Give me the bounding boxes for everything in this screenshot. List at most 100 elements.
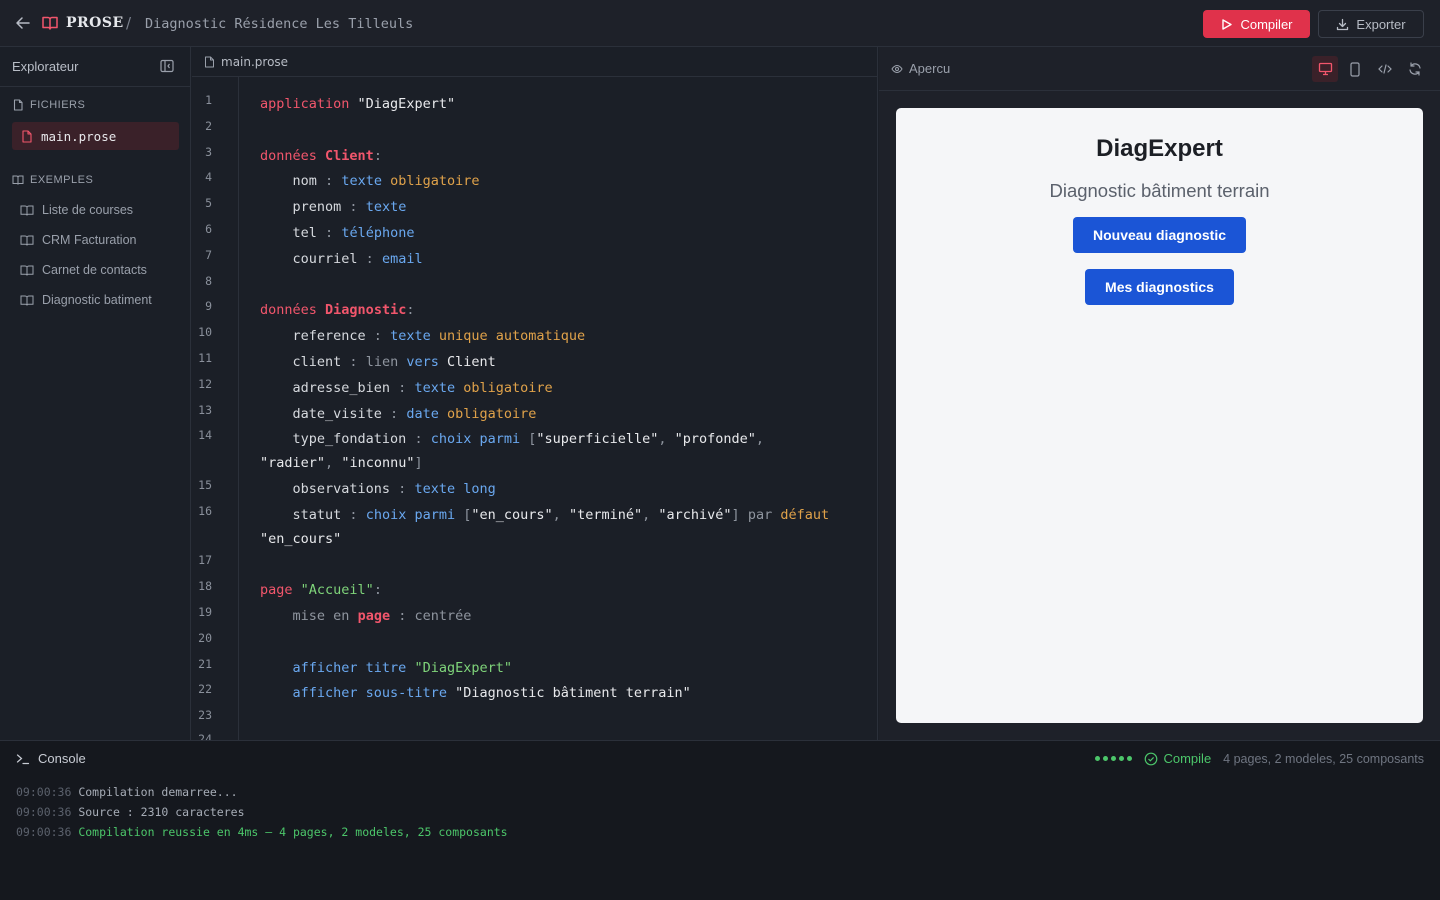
files-section-label: FICHIERS: [12, 99, 85, 111]
log-message: Compilation reussie en 4ms — 4 pages, 2 …: [78, 825, 508, 839]
status-dot: [1111, 756, 1117, 761]
log-line: 09:00:36 Compilation reussie en 4ms — 4 …: [16, 825, 508, 839]
monitor-icon: [1318, 62, 1332, 76]
line-number: 19: [198, 605, 212, 619]
line-number: 21: [198, 657, 212, 671]
code-line: statut : choix parmi ["en_cours", "termi…: [260, 507, 830, 523]
line-number: 1: [205, 93, 212, 107]
line-number: 10: [198, 325, 212, 339]
line-number: 11: [198, 351, 212, 365]
code-line: "en_cours": [260, 531, 342, 547]
code-editor[interactable]: main.prose 1 2 3 4 5 6 7 8 9 10 11 12 13…: [192, 47, 878, 740]
mobile-view-button[interactable]: [1342, 56, 1368, 82]
file-icon: [205, 56, 214, 67]
compile-stats: 4 pages, 2 modeles, 25 composants: [1223, 751, 1424, 766]
status-dot: [1103, 756, 1109, 761]
code-line: type_fondation : choix parmi ["superfici…: [260, 431, 765, 447]
files-icon: [13, 99, 23, 111]
log-line: 09:00:36 Source : 2310 caracteres: [16, 805, 245, 819]
book-open-icon: [20, 205, 34, 216]
editor-tab-name: main.prose: [221, 54, 289, 69]
line-number: 15: [198, 478, 212, 492]
collapse-panel-icon[interactable]: [160, 59, 174, 73]
refresh-button[interactable]: [1402, 56, 1428, 82]
line-number: 12: [198, 377, 212, 391]
line-number: 14: [198, 428, 212, 442]
refresh-icon: [1409, 62, 1421, 76]
log-message: Source : 2310 caracteres: [78, 805, 245, 819]
log-message: Compilation demarree...: [78, 785, 238, 799]
file-item-main-prose[interactable]: main.prose: [12, 122, 179, 150]
line-number: 9: [205, 299, 212, 313]
project-title: Diagnostic Résidence Les Tilleuls: [145, 16, 414, 32]
check-circle-icon: [1145, 752, 1158, 765]
line-number: 20: [198, 631, 212, 645]
code-line: observations : texte long: [260, 481, 496, 497]
smartphone-icon: [1350, 61, 1360, 77]
top-bar: PROSE / Diagnostic Résidence Les Tilleul…: [0, 0, 1440, 47]
line-number: 7: [205, 248, 212, 262]
eye-icon: [891, 64, 903, 73]
back-arrow-icon[interactable]: [14, 14, 32, 32]
file-name: main.prose: [41, 128, 117, 144]
book-open-icon: [20, 235, 34, 246]
status-dot: [1119, 756, 1125, 761]
log-time: 09:00:36: [16, 825, 72, 839]
line-number: 8: [205, 274, 212, 288]
example-label: Diagnostic batiment: [42, 293, 152, 307]
example-item-diagnostic-batiment[interactable]: Diagnostic batiment: [20, 290, 152, 310]
code-line: "radier", "inconnu"]: [260, 455, 423, 471]
desktop-view-button[interactable]: [1312, 56, 1338, 82]
code-icon: [1378, 64, 1392, 74]
line-number: 5: [205, 196, 212, 210]
sidebar-header: Explorateur: [0, 47, 190, 87]
code-line: client : lien vers Client: [260, 354, 496, 370]
line-number: 3: [205, 145, 212, 159]
new-diagnostic-button[interactable]: Nouveau diagnostic: [1073, 217, 1246, 253]
compile-button[interactable]: Compiler: [1203, 10, 1310, 38]
status-dot: [1127, 756, 1133, 761]
console-header: Console: [16, 751, 86, 766]
preview-header: Apercu: [879, 47, 1440, 91]
line-number: 22: [198, 682, 212, 696]
code-line: page "Accueil":: [260, 582, 382, 598]
my-diagnostics-button[interactable]: Mes diagnostics: [1085, 269, 1234, 305]
line-number: 2: [205, 119, 212, 133]
line-number-gutter: 1 2 3 4 5 6 7 8 9 10 11 12 13 14 15 16 1…: [192, 77, 239, 740]
compile-status-badge: Compile: [1144, 751, 1211, 766]
brand-name: PROSE: [66, 15, 124, 31]
example-item-liste-de-courses[interactable]: Liste de courses: [20, 200, 133, 220]
sidebar-title: Explorateur: [12, 59, 79, 74]
book-icon: [42, 16, 58, 30]
examples-section-label: EXEMPLES: [12, 174, 93, 186]
log-time: 09:00:36: [16, 805, 72, 819]
console-title: Console: [38, 751, 86, 766]
export-button[interactable]: Exporter: [1318, 10, 1424, 38]
file-icon: [22, 129, 32, 143]
log-time: 09:00:36: [16, 785, 72, 799]
code-line: prenom : texte: [260, 199, 407, 215]
code-line: afficher sous-titre "Diagnostic bâtiment…: [292, 685, 691, 701]
code-line: tel : téléphone: [260, 225, 415, 241]
status-dots: [1095, 756, 1133, 761]
example-item-crm-facturation[interactable]: CRM Facturation: [20, 230, 136, 250]
book-open-icon: [12, 175, 24, 185]
code-line: afficher titre "DiagExpert": [292, 660, 512, 676]
code-view-button[interactable]: [1372, 56, 1398, 82]
compile-status-text: Compile: [1163, 751, 1212, 766]
examples-section-text: EXEMPLES: [30, 174, 94, 186]
editor-tab[interactable]: main.prose: [192, 47, 877, 77]
app-preview-frame: DiagExpert Diagnostic bâtiment terrain N…: [896, 108, 1423, 723]
example-label: Carnet de contacts: [42, 263, 147, 277]
line-number: 13: [198, 403, 212, 417]
example-item-carnet-de-contacts[interactable]: Carnet de contacts: [20, 260, 147, 280]
play-icon: [1222, 18, 1233, 30]
status-dot: [1095, 756, 1101, 761]
app-title: DiagExpert: [1096, 135, 1223, 162]
code-line: application "DiagExpert": [260, 96, 456, 112]
line-number: 16: [198, 504, 212, 518]
preview-panel: Apercu DiagExpert Diagnostic bâtiment te…: [879, 47, 1440, 740]
terminal-icon: [16, 753, 30, 764]
book-open-icon: [20, 265, 34, 276]
line-number: 23: [198, 708, 212, 722]
